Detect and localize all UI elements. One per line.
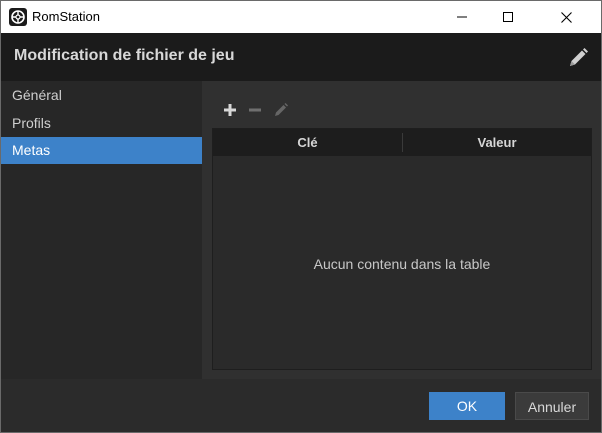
column-header-value[interactable]: Valeur — [403, 129, 591, 156]
dialog-title: Modification de fichier de jeu — [14, 47, 235, 64]
dialog-footer: OK Annuler — [1, 379, 601, 432]
metas-table[interactable]: Clé Valeur Aucun contenu dans la table — [212, 128, 592, 370]
table-header: Clé Valeur — [213, 129, 591, 156]
close-icon — [560, 11, 572, 23]
empty-table-message: Aucun contenu dans la table — [313, 256, 491, 272]
pencil-icon[interactable] — [567, 47, 589, 69]
minus-icon[interactable] — [247, 102, 263, 118]
close-button[interactable] — [531, 1, 601, 33]
maximize-icon — [503, 12, 513, 22]
cancel-button[interactable]: Annuler — [515, 392, 589, 420]
dialog-header: Modification de fichier de jeu — [1, 33, 601, 81]
sidebar-item-label: Général — [12, 87, 62, 103]
dialog-window: RomStation Modification de fichier de je… — [0, 0, 602, 433]
pencil-icon[interactable] — [273, 102, 289, 118]
sidebar-item-metas[interactable]: Metas — [1, 137, 202, 164]
romstation-logo-icon — [9, 8, 27, 26]
title-bar[interactable]: RomStation — [1, 1, 601, 33]
column-header-key[interactable]: Clé — [213, 129, 402, 156]
ok-button[interactable]: OK — [429, 392, 505, 420]
sidebar-item-profils[interactable]: Profils — [1, 110, 202, 137]
sidebar-item-general[interactable]: Général — [1, 82, 202, 109]
plus-icon[interactable] — [222, 102, 238, 118]
maximize-button[interactable] — [485, 1, 531, 33]
sidebar-item-label: Profils — [12, 115, 51, 131]
minimize-button[interactable] — [439, 1, 485, 33]
sidebar: Général Profils Metas — [1, 81, 202, 379]
sidebar-item-label: Metas — [12, 142, 51, 158]
minimize-icon — [457, 16, 467, 18]
window-title: RomStation — [32, 9, 100, 24]
metas-panel: Clé Valeur Aucun contenu dans la table — [202, 81, 601, 379]
